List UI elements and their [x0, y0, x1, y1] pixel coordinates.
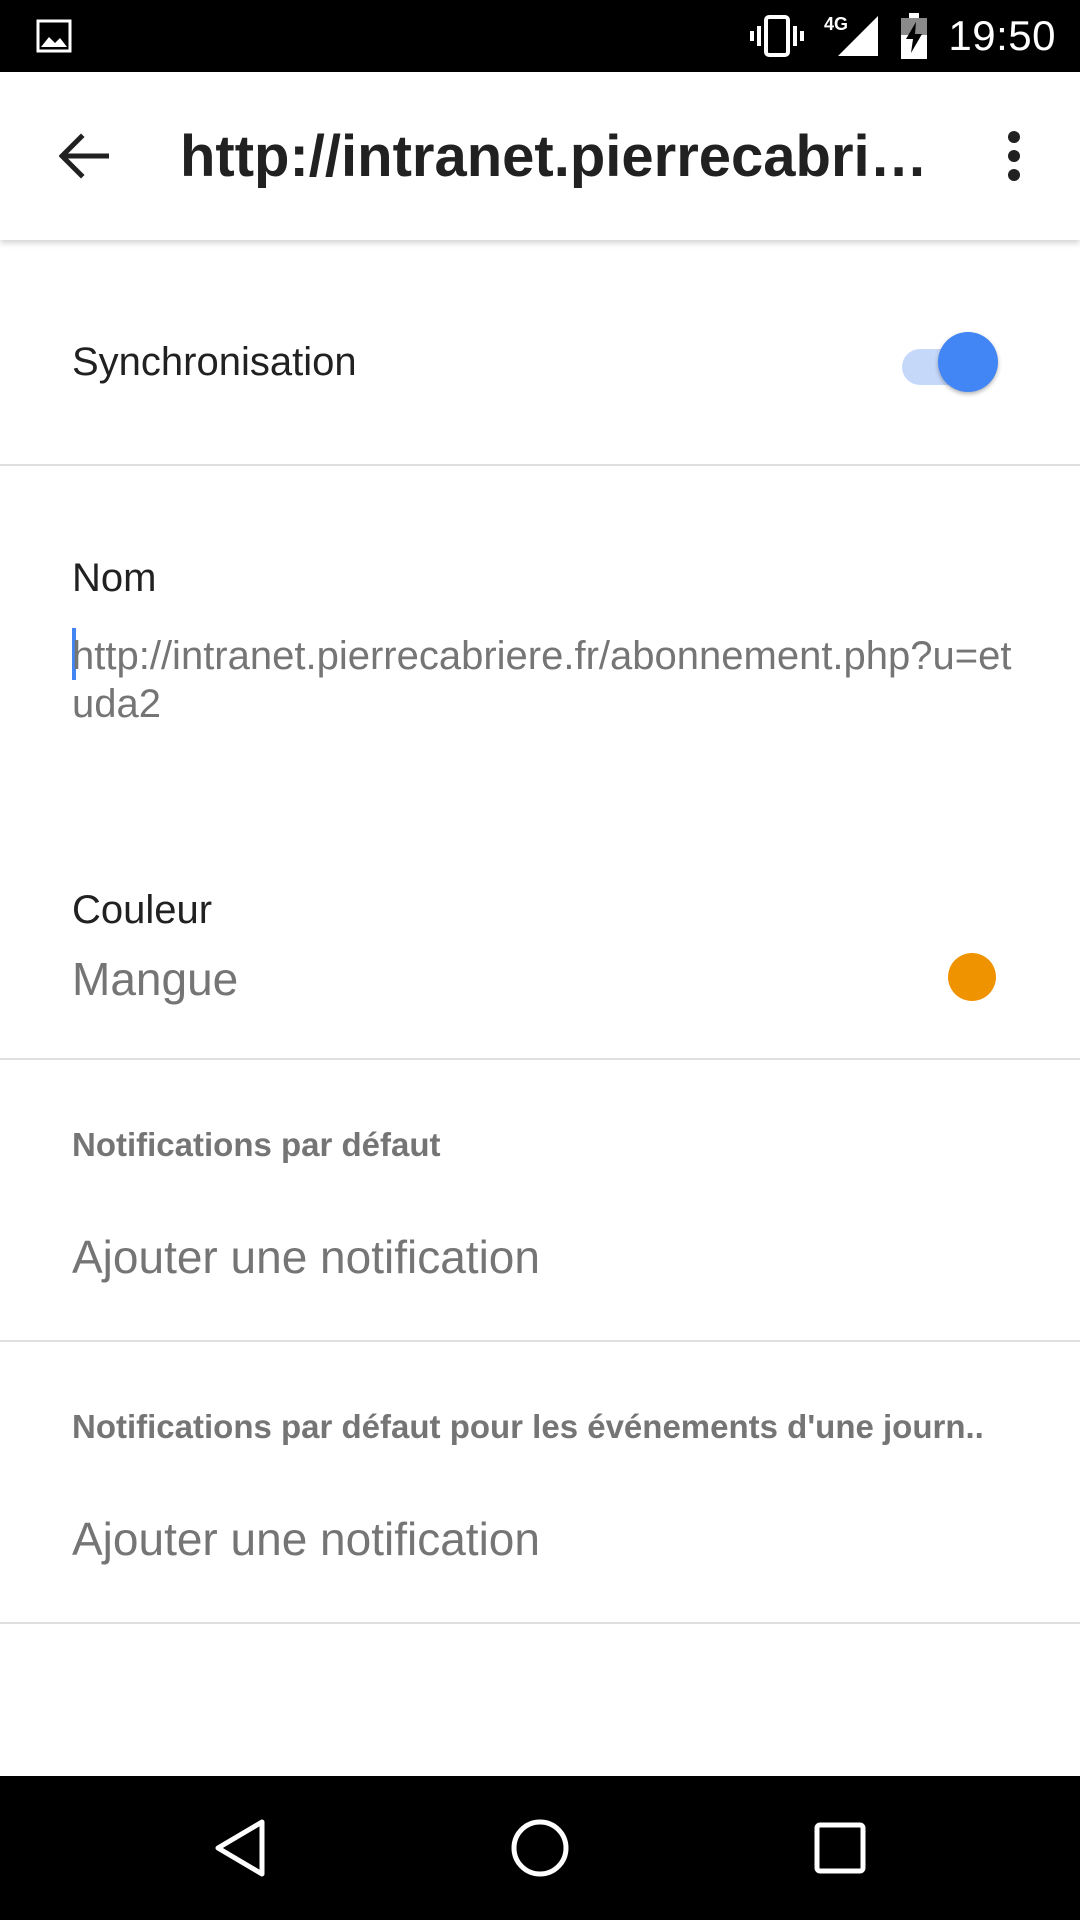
sync-toggle[interactable] — [900, 332, 1000, 392]
more-vert-icon — [1008, 131, 1020, 181]
home-circle-icon — [511, 1819, 569, 1877]
name-label: Nom — [72, 556, 157, 600]
system-nav-bar — [0, 1776, 1080, 1920]
color-label: Couleur — [72, 888, 213, 932]
add-allday-notification-button[interactable]: Ajouter une notification — [72, 1512, 540, 1566]
color-swatch — [948, 953, 996, 1001]
divider — [0, 1058, 1080, 1060]
divider — [0, 1340, 1080, 1342]
network-type-label: 4G — [824, 14, 848, 34]
back-button[interactable] — [42, 114, 126, 198]
signal-icon: 4G — [824, 12, 880, 60]
name-input[interactable]: http://intranet.pierrecabriere.fr/abonne… — [72, 632, 1012, 728]
vibrate-icon — [750, 14, 805, 58]
app-bar: http://intranet.pierrecabriere.fr/abonne… — [0, 72, 1080, 240]
battery-charging-icon — [900, 13, 928, 59]
default-notifications-header: Notifications par défaut — [72, 1126, 441, 1163]
nav-recents-button[interactable] — [804, 1812, 876, 1884]
sync-label: Synchronisation — [72, 340, 357, 384]
nav-home-button[interactable] — [504, 1812, 576, 1884]
nav-back-button[interactable] — [204, 1812, 276, 1884]
add-default-notification-button[interactable]: Ajouter une notification — [72, 1230, 540, 1284]
image-icon — [36, 18, 72, 54]
clock: 19:50 — [948, 12, 1056, 59]
arrow-back-icon — [59, 133, 109, 179]
back-triangle-icon — [215, 1819, 265, 1877]
toggle-thumb — [938, 332, 998, 392]
more-options-button[interactable] — [984, 114, 1044, 198]
divider — [0, 1622, 1080, 1624]
recents-square-icon — [814, 1822, 866, 1874]
divider — [0, 464, 1080, 466]
status-bar: 4G 19:50 — [0, 0, 1080, 72]
allday-notifications-header: Notifications par défaut pour les événem… — [72, 1408, 984, 1445]
color-value: Mangue — [72, 953, 239, 1005]
page-title: http://intranet.pierrecabriere.fr/abonne… — [180, 124, 950, 189]
